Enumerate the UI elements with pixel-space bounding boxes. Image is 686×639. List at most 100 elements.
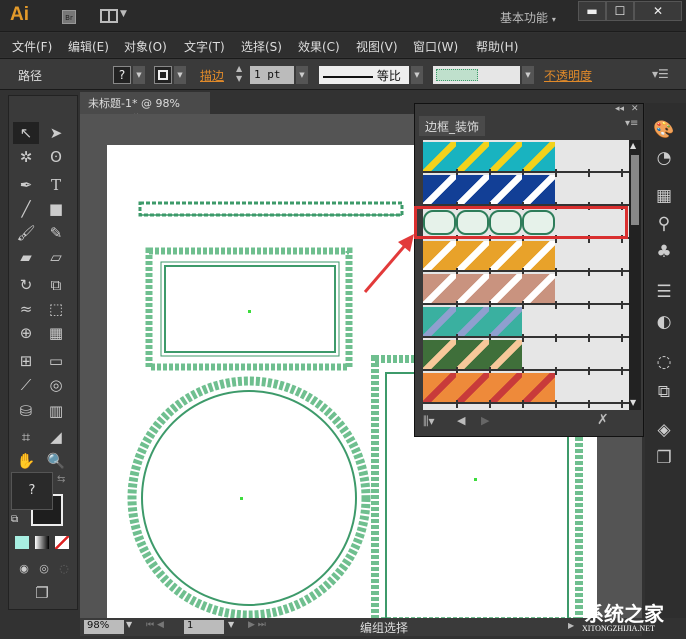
document-tab[interactable]: 未标题-1* @ 98% (RGB/预览) ×: [80, 92, 210, 126]
eyedropper-tool-icon[interactable]: ⟋: [13, 374, 39, 396]
layers-icon[interactable]: ◈: [653, 419, 675, 441]
next-library-icon[interactable]: ▶: [481, 414, 489, 427]
symbols-icon[interactable]: ♣: [653, 241, 675, 263]
stroke-weight-input[interactable]: 1 pt: [250, 66, 294, 84]
rotate-tool-icon[interactable]: ↻: [13, 274, 39, 296]
chevron-down-icon[interactable]: ▼: [126, 620, 132, 629]
remove-brush-stroke-icon[interactable]: ✗: [597, 412, 609, 428]
brush-row[interactable]: [423, 140, 629, 177]
screen-mode-icon[interactable]: ❐: [29, 582, 55, 604]
fill-swatch[interactable]: ?: [11, 472, 53, 510]
gradient-tool-icon[interactable]: ▭: [43, 350, 69, 372]
warp-tool-icon[interactable]: ≈: [13, 298, 39, 320]
line-tool-icon[interactable]: ╱: [13, 198, 39, 220]
appearance-icon[interactable]: ◌: [653, 351, 675, 373]
panel-menu-icon[interactable]: ▾≡: [625, 118, 638, 129]
artboard-tool-icon[interactable]: ⌗: [13, 426, 39, 448]
stroke-color-button[interactable]: [154, 66, 172, 84]
last-artboard-icon[interactable]: ▶ ⏭: [248, 620, 266, 630]
stroke-label-link[interactable]: 描边: [200, 67, 224, 84]
artboard-number-input[interactable]: 1: [184, 620, 224, 634]
menu-effect[interactable]: 效果(C): [298, 38, 340, 55]
chevron-down-icon[interactable]: ▼: [120, 9, 127, 19]
swatches-icon[interactable]: ▦: [653, 185, 675, 207]
hand-tool-icon[interactable]: ✋: [13, 450, 39, 472]
brush-row[interactable]: [423, 371, 629, 408]
selection-tool-icon[interactable]: ↖: [13, 122, 39, 144]
graphic-styles-icon[interactable]: ⧉: [653, 381, 675, 403]
color-mode-button[interactable]: [15, 536, 29, 549]
close-button[interactable]: ✕: [634, 1, 682, 21]
brush-row[interactable]: [423, 338, 629, 375]
shape-builder-tool-icon[interactable]: ⊕: [13, 322, 39, 344]
scrollbar[interactable]: ▲ ▼: [629, 140, 641, 410]
menu-file[interactable]: 文件(F): [12, 38, 52, 55]
scroll-up-icon[interactable]: ▲: [630, 141, 636, 150]
paintbrush-tool-icon[interactable]: 🖌: [13, 222, 39, 244]
brush-row[interactable]: [423, 272, 629, 309]
swap-colors-icon[interactable]: ⇆: [57, 474, 65, 485]
circle-border-frame[interactable]: [127, 376, 371, 620]
menu-help[interactable]: 帮助(H): [476, 38, 518, 55]
lasso-tool-icon[interactable]: ʘ: [43, 146, 69, 168]
horizontal-border-strip[interactable]: [138, 201, 404, 217]
blend-tool-icon[interactable]: ◎: [43, 374, 69, 396]
draw-inside-icon[interactable]: ◌: [51, 558, 77, 580]
menu-window[interactable]: 窗口(W): [413, 38, 458, 55]
column-graph-tool-icon[interactable]: ▥: [43, 400, 69, 422]
panel-tab[interactable]: 边框_装饰: [419, 116, 485, 136]
fill-color-button[interactable]: ?: [113, 66, 131, 84]
eraser-tool-icon[interactable]: ▱: [43, 246, 69, 268]
chevron-down-icon[interactable]: ▼: [411, 66, 423, 84]
arrange-documents-icon[interactable]: [100, 9, 118, 23]
previous-library-icon[interactable]: ◀: [457, 414, 465, 427]
collapse-panel-icon[interactable]: ◂◂: [615, 104, 624, 114]
free-transform-tool-icon[interactable]: ⬚: [43, 298, 69, 320]
symbol-sprayer-tool-icon[interactable]: ⛁: [13, 400, 39, 422]
brush-libraries-menu-icon[interactable]: ⫼▾: [423, 414, 435, 429]
menu-edit[interactable]: 编辑(E): [68, 38, 109, 55]
scrollbar-thumb[interactable]: [631, 155, 639, 225]
scale-tool-icon[interactable]: ⧉: [43, 274, 69, 296]
workspace-switcher[interactable]: 基本功能 ▾: [500, 9, 556, 26]
type-tool-icon[interactable]: T: [43, 174, 69, 196]
brush-row[interactable]: [423, 239, 629, 276]
scroll-down-icon[interactable]: ▼: [630, 398, 636, 407]
bridge-button[interactable]: Br: [62, 10, 76, 24]
brush-row[interactable]: [423, 173, 629, 210]
rectangle-border-frame[interactable]: [145, 247, 353, 371]
rectangle-tool-icon[interactable]: ■: [43, 198, 69, 220]
stroke-icon[interactable]: ☰: [653, 281, 675, 303]
color-guide-icon[interactable]: ◔: [653, 147, 675, 169]
panel-menu-icon[interactable]: ▾☰: [652, 67, 669, 81]
brush-definition-select[interactable]: [433, 66, 520, 84]
magic-wand-tool-icon[interactable]: ✲: [13, 146, 39, 168]
chevron-down-icon[interactable]: ▼: [174, 66, 186, 84]
brushes-icon[interactable]: ⚲: [653, 213, 675, 235]
color-palette-icon[interactable]: 🎨: [653, 119, 675, 141]
default-colors-icon[interactable]: ⧉: [11, 514, 18, 525]
opacity-label-link[interactable]: 不透明度: [544, 67, 592, 84]
slice-tool-icon[interactable]: ◢: [43, 426, 69, 448]
gradient-mode-button[interactable]: [35, 536, 49, 549]
minimize-button[interactable]: ▬: [578, 1, 606, 21]
chevron-down-icon[interactable]: ▼: [133, 66, 145, 84]
menu-view[interactable]: 视图(V): [356, 38, 398, 55]
close-panel-icon[interactable]: ✕: [631, 104, 639, 114]
pen-tool-icon[interactable]: ✒: [13, 174, 39, 196]
mesh-tool-icon[interactable]: ⊞: [13, 350, 39, 372]
chevron-down-icon[interactable]: ▼: [296, 66, 308, 84]
menu-type[interactable]: 文字(T): [184, 38, 225, 55]
first-artboard-icon[interactable]: ⏮ ◀: [146, 620, 164, 630]
zoom-level-input[interactable]: 98%: [84, 620, 124, 634]
blob-brush-tool-icon[interactable]: ▰: [13, 246, 39, 268]
maximize-button[interactable]: ☐: [606, 1, 634, 21]
stroke-weight-stepper[interactable]: ▲ ▼: [236, 64, 242, 84]
direct-selection-tool-icon[interactable]: ➤: [43, 122, 69, 144]
transparency-icon[interactable]: ◐: [653, 311, 675, 333]
none-mode-button[interactable]: [55, 536, 69, 549]
chevron-down-icon[interactable]: ▼: [522, 66, 534, 84]
stroke-profile-select[interactable]: 等比: [319, 66, 409, 84]
brush-row[interactable]: [423, 305, 629, 342]
menu-select[interactable]: 选择(S): [241, 38, 282, 55]
